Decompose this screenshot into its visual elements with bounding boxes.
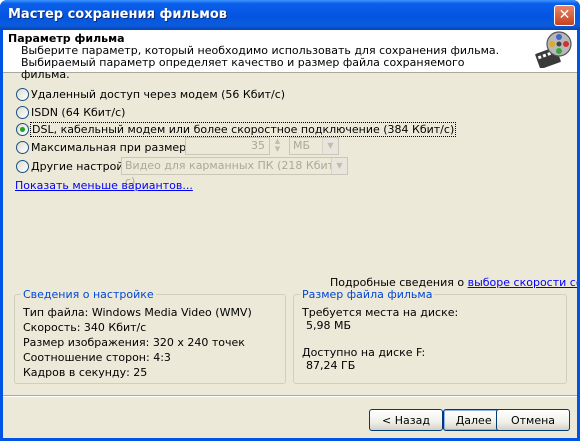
back-button[interactable]: < Назад xyxy=(369,409,443,431)
show-fewer-options-link[interactable]: Показать меньше вариантов... xyxy=(15,179,193,192)
title-bar[interactable]: Мастер сохранения фильмов ✕ xyxy=(0,0,580,30)
radio-selected-dot xyxy=(20,127,25,132)
radio-max-size[interactable] xyxy=(16,141,29,154)
info-line: Кадров в секунду: 25 xyxy=(23,366,148,379)
radio-other[interactable] xyxy=(16,160,29,173)
max-size-value: 35 xyxy=(251,139,265,152)
option-dsl-label[interactable]: DSL, кабельный модем или более скоростно… xyxy=(30,122,457,137)
required-space-value: 5,98 МБ xyxy=(306,319,352,332)
close-button[interactable]: ✕ xyxy=(554,5,575,26)
window-title: Мастер сохранения фильмов xyxy=(8,7,227,22)
film-reel-icon xyxy=(535,31,572,68)
dialog-client: Параметр фильма Выберите параметр, котор… xyxy=(3,30,577,438)
stepper-arrows[interactable]: ▲ ▼ xyxy=(271,137,284,155)
option-isdn-label[interactable]: ISDN (64 Кбит/с) xyxy=(31,106,125,119)
info-line: Соотношение сторон: 4:3 xyxy=(23,351,171,364)
max-size-unit-select[interactable]: МБ ▼ xyxy=(289,137,339,155)
available-space-label: Доступно на диске F: xyxy=(302,346,426,359)
required-space-label: Требуется места на диске: xyxy=(302,306,459,319)
option-modem-label[interactable]: Удаленный доступ через модем (56 Кбит/с) xyxy=(31,88,285,101)
settings-info-legend: Сведения о настройке xyxy=(21,288,156,301)
info-line: Скорость: 340 Кбит/с xyxy=(23,321,147,334)
max-size-unit-value: МБ xyxy=(293,139,311,152)
available-space-value: 87,24 ГБ xyxy=(306,359,356,372)
page-description: Выберите параметр, который необходимо ис… xyxy=(21,44,500,81)
radio-dsl[interactable] xyxy=(16,123,29,136)
radio-isdn[interactable] xyxy=(16,106,29,119)
max-size-stepper[interactable]: 35 xyxy=(185,137,270,155)
stepper-down-icon[interactable]: ▼ xyxy=(271,145,284,153)
chevron-down-icon[interactable]: ▼ xyxy=(331,158,347,174)
footer-divider xyxy=(3,395,577,397)
chevron-down-icon[interactable]: ▼ xyxy=(322,138,338,154)
wizard-header: Параметр фильма Выберите параметр, котор… xyxy=(3,30,577,81)
info-line: Тип файла: Windows Media Video (WMV) xyxy=(23,306,252,319)
speed-info-link[interactable]: выборе скорости соединения. xyxy=(468,276,577,289)
cancel-button[interactable]: Отмена xyxy=(496,409,570,431)
wizard-window: Мастер сохранения фильмов ✕ Параметр фил… xyxy=(0,0,580,441)
stepper-up-icon[interactable]: ▲ xyxy=(271,137,284,145)
radio-modem[interactable] xyxy=(16,88,29,101)
file-size-legend: Размер файла фильма xyxy=(300,288,435,301)
settings-info-group: Сведения о настройке Тип файла: Windows … xyxy=(14,288,286,384)
other-settings-select[interactable]: Видео для карманных ПК (218 Кбит/с) ▼ xyxy=(121,157,348,188)
info-line: Размер изображения: 320 x 240 точек xyxy=(23,336,245,349)
close-icon: ✕ xyxy=(558,7,571,23)
file-size-group: Размер файла фильма Требуется места на д… xyxy=(293,288,567,384)
